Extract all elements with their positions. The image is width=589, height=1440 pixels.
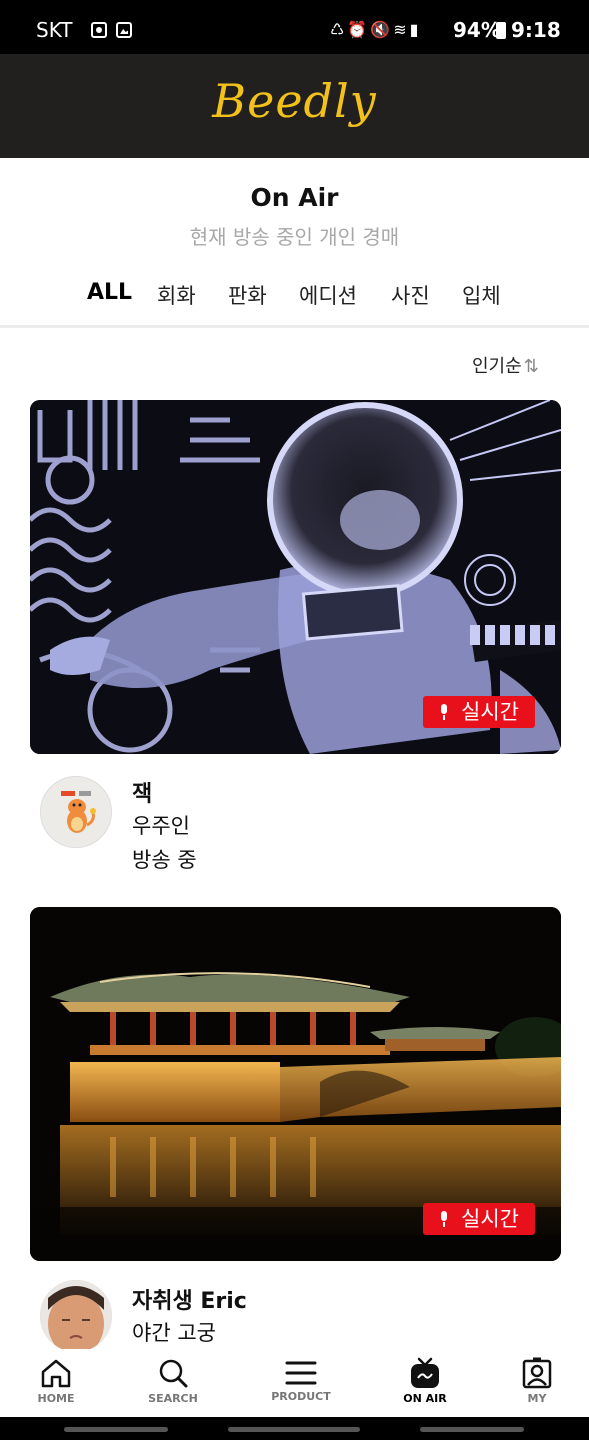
live-badge: 실시간 [423,696,535,728]
nav-product[interactable]: PRODUCT [256,1349,346,1417]
menu-icon [285,1361,317,1385]
gesture-segment [64,1427,168,1432]
notification-icon [91,22,107,38]
avatar[interactable] [40,776,112,848]
gesture-segment [420,1427,524,1432]
tab-painting[interactable]: 회화 [157,280,196,310]
nav-label: SEARCH [148,1392,198,1405]
nav-my[interactable]: MY [492,1349,582,1417]
tv-icon [411,1357,439,1388]
gesture-segment [228,1427,360,1432]
app-logo[interactable]: Beedly [0,74,589,128]
sort-label: 인기순 [472,356,522,377]
system-gesture-bar [0,1417,589,1440]
tab-sculpture[interactable]: 입체 [462,280,501,310]
system-status-icons: ♺⏰🔇≋▮ [330,20,422,39]
sort-arrows-icon: ⇅ [523,356,539,377]
stream-thumbnail[interactable]: 실시간 [30,907,561,1261]
stream-title: 우주인 [132,814,190,838]
page-title: On Air [250,183,339,212]
search-icon [159,1359,188,1388]
live-badge: 실시간 [423,1203,535,1235]
page-subtitle: 현재 방송 중인 개인 경매 [189,225,400,249]
tab-print[interactable]: 판화 [228,280,267,310]
nav-label: MY [527,1392,547,1405]
tab-all[interactable]: ALL [87,280,132,305]
bottom-navigation: HOME SEARCH PRODUCT ON AIR MY [0,1349,589,1417]
stream-thumbnail[interactable]: 실시간 [30,400,561,754]
status-bar: SKT ♺⏰🔇≋▮ 94% 9:18 [0,0,589,54]
nav-on-air[interactable]: ON AIR [380,1349,470,1417]
nav-search[interactable]: SEARCH [128,1349,218,1417]
carrier-label: SKT [36,18,73,42]
battery-icon [496,22,506,39]
live-label: 실시간 [461,1207,519,1231]
live-label: 실시간 [461,700,519,724]
clock: 9:18 [511,18,561,42]
home-icon [41,1359,71,1388]
tabs-divider [0,325,589,328]
avatar[interactable] [40,1280,112,1352]
charmander-avatar-image [41,777,111,847]
profile-icon [522,1357,552,1389]
category-tabs: ALL 회화 판화 에디션 사진 입체 [0,280,589,320]
streamer-name[interactable]: 잭 [132,776,152,808]
nav-label: HOME [37,1392,75,1405]
sort-button[interactable]: 인기순 ⇅ [472,352,539,378]
nav-label: PRODUCT [271,1390,331,1403]
stream-status: 방송 중 [132,848,197,872]
streamer-face-avatar-image [40,1280,112,1352]
gallery-notification-icon [116,22,132,38]
streamer-name[interactable]: 자취생 Eric [132,1283,247,1315]
stream-title: 야간 고궁 [132,1321,216,1345]
battery-percentage: 94% [453,18,501,42]
microphone-icon [439,704,449,720]
app-header: Beedly [0,54,589,158]
tab-edition[interactable]: 에디션 [299,280,357,310]
microphone-icon [439,1211,449,1227]
nav-home[interactable]: HOME [11,1349,101,1417]
nav-label: ON AIR [403,1392,447,1405]
tab-photo[interactable]: 사진 [391,280,430,310]
